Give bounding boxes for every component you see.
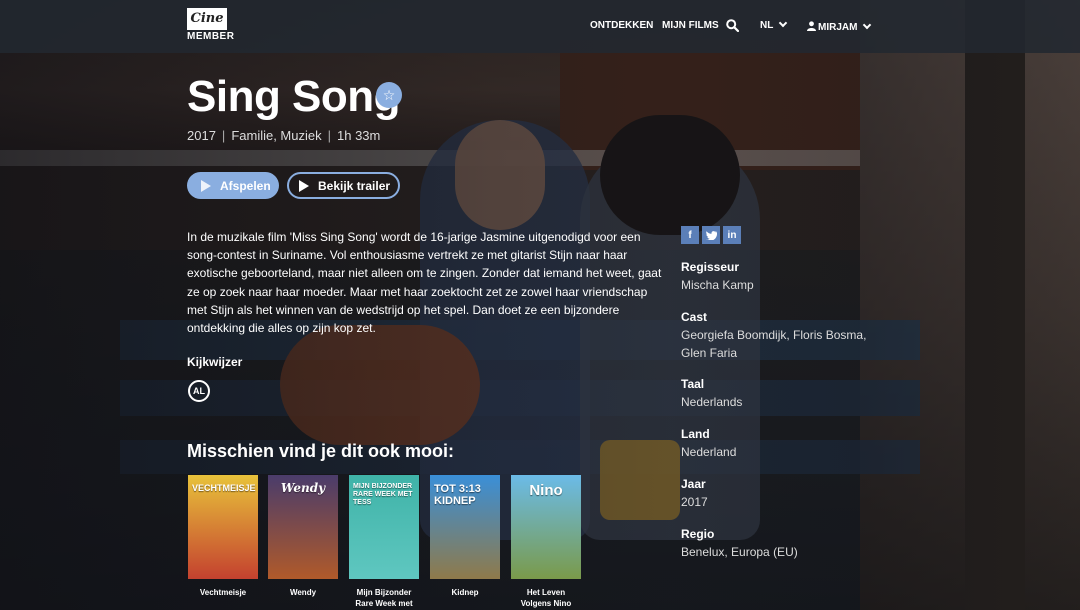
info-region-value: Benelux, Europa (EU) [681, 545, 798, 559]
play-button[interactable]: Afspelen [187, 172, 279, 199]
chevron-down-icon [863, 20, 872, 30]
meta-separator: | [221, 128, 226, 143]
nav-discover[interactable]: ONTDEKKEN [590, 20, 653, 31]
user-name: MIRJAM [818, 22, 858, 33]
poster-title-text: TOT 3:13 KIDNEP [434, 483, 481, 507]
trailer-button[interactable]: Bekijk trailer [287, 172, 400, 199]
twitter-icon[interactable] [702, 226, 720, 244]
share-buttons: f in [681, 226, 741, 244]
info-cast-label: Cast [681, 310, 708, 324]
poster-title-text: Nino [529, 482, 563, 499]
search-icon[interactable] [726, 19, 740, 37]
chevron-down-icon [779, 18, 788, 28]
info-language-label: Taal [681, 377, 705, 391]
kijkwijzer-label: Kijkwijzer [187, 355, 243, 369]
recommendation-title[interactable]: Mijn Bijzonder Rare Week met [349, 587, 419, 609]
play-button-label: Afspelen [220, 178, 271, 193]
kijkwijzer-al-icon: AL [188, 380, 210, 402]
user-menu[interactable]: MIRJAM [807, 20, 872, 33]
info-region-label: Regio [681, 527, 715, 541]
cinemember-logo[interactable]: Cine MEMBER [187, 8, 235, 44]
linkedin-icon[interactable]: in [723, 226, 741, 244]
movie-meta: 2017 | Familie, Muziek | 1h 33m [187, 128, 380, 143]
poster-image: Wendy [268, 475, 338, 579]
info-director-label: Regisseur [681, 260, 740, 274]
movie-title: Sing Song [187, 72, 401, 121]
recommendation-poster[interactable]: Wendy [268, 475, 338, 579]
poster-image: Nino [511, 475, 581, 579]
language-selector[interactable]: NL [760, 18, 788, 31]
movie-year: 2017 [187, 128, 216, 143]
info-country-label: Land [681, 427, 710, 441]
facebook-icon[interactable]: f [681, 226, 699, 244]
recommendation-title[interactable]: Vechtmeisje [188, 587, 258, 598]
recommendation-poster[interactable]: VECHTMEISJE [188, 475, 258, 579]
poster-image: TOT 3:13 KIDNEP [430, 475, 500, 579]
logo-top-text: Cine [187, 8, 227, 30]
movie-duration: 1h 33m [337, 128, 381, 143]
movie-description: In de muzikale film 'Miss Sing Song' wor… [187, 230, 662, 336]
star-icon: ☆ [382, 86, 396, 103]
nav-my-films[interactable]: MIJN FILMS [662, 20, 719, 31]
favorite-button[interactable]: ☆ [376, 82, 402, 108]
info-country-value: Nederland [681, 445, 737, 459]
info-language-value: Nederlands [681, 395, 743, 409]
poster-title-text: MIJN BIJZONDER RARE WEEK MET TESS [353, 483, 413, 506]
info-year-label: Jaar [681, 477, 706, 491]
recommendation-title[interactable]: Kidnep [430, 587, 500, 598]
user-icon [807, 21, 816, 31]
poster-title-text: Wendy [280, 481, 326, 495]
recommendation-title[interactable]: Wendy [268, 587, 338, 598]
poster-image: VECHTMEISJE [188, 475, 258, 579]
meta-separator: | [327, 128, 331, 143]
poster-title-text: VECHTMEISJE [192, 483, 256, 493]
play-icon [201, 179, 211, 192]
poster-image: MIJN BIJZONDER RARE WEEK MET TESS [349, 475, 419, 579]
recommendation-poster[interactable]: Nino [511, 475, 581, 579]
logo-bottom-text: MEMBER [187, 31, 235, 42]
recommendation-poster[interactable]: TOT 3:13 KIDNEP [430, 475, 500, 579]
recommendation-poster[interactable]: MIJN BIJZONDER RARE WEEK MET TESS [349, 475, 419, 579]
info-cast-value: Georgiefa Boomdijk, Floris Bosma, Glen F… [681, 328, 867, 360]
movie-genres: Familie, Muziek [231, 128, 322, 143]
trailer-button-label: Bekijk trailer [318, 178, 391, 193]
language-label: NL [760, 20, 774, 31]
recommendations-title: Misschien vind je dit ook mooi: [187, 441, 455, 461]
play-icon [299, 179, 309, 192]
info-year-value: 2017 [681, 495, 708, 509]
top-navbar: Cine MEMBER ONTDEKKEN MIJN FILMS NL MIRJ… [0, 0, 1080, 53]
info-director-value: Mischa Kamp [681, 278, 754, 292]
recommendation-title[interactable]: Het Leven Volgens Nino [511, 587, 581, 609]
